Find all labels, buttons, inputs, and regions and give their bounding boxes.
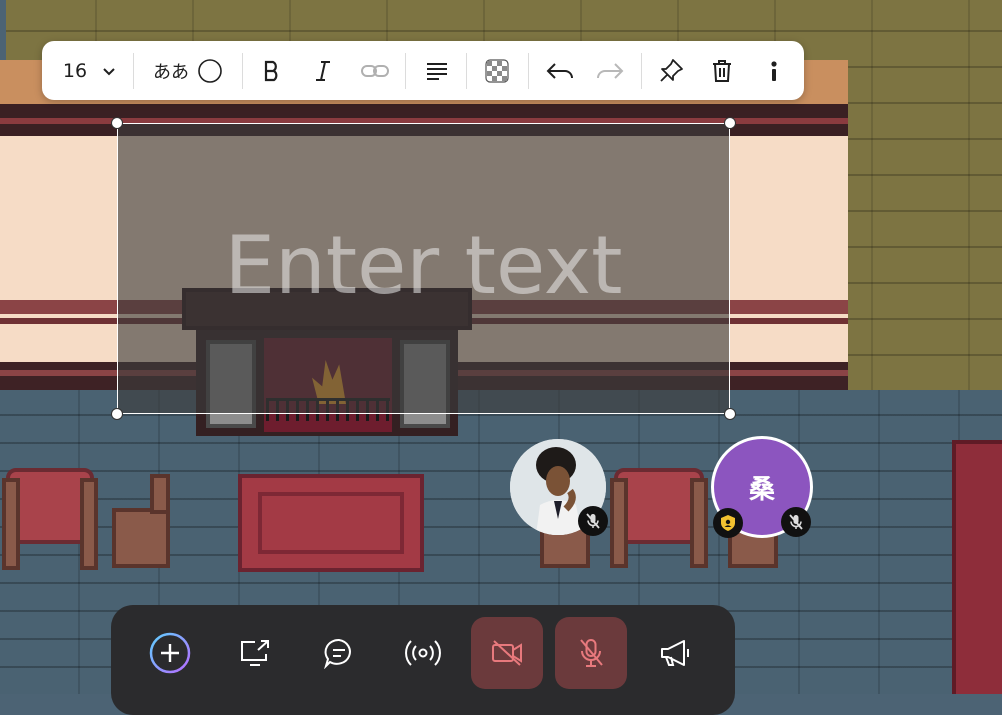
background-button[interactable] bbox=[478, 41, 516, 100]
add-button[interactable] bbox=[134, 617, 206, 689]
mic-off-icon bbox=[580, 639, 603, 667]
redo-icon bbox=[597, 62, 624, 79]
undo-button[interactable] bbox=[540, 41, 580, 100]
toolbar-divider bbox=[405, 53, 406, 89]
toolbar-divider bbox=[466, 53, 467, 89]
broadcast-button[interactable] bbox=[387, 617, 459, 689]
megaphone-icon bbox=[661, 640, 689, 666]
participant-mute-badge bbox=[781, 507, 811, 537]
link-button[interactable] bbox=[356, 41, 394, 100]
armchair-arm bbox=[80, 478, 98, 570]
shield-icon bbox=[721, 515, 735, 531]
wooden-chair bbox=[112, 508, 170, 568]
italic-icon bbox=[316, 60, 330, 81]
resize-handle-top-left[interactable] bbox=[111, 117, 123, 129]
link-icon bbox=[361, 64, 389, 77]
transparency-icon bbox=[485, 58, 509, 83]
align-button[interactable] bbox=[418, 41, 456, 100]
camera-off-button[interactable] bbox=[471, 617, 543, 689]
chat-icon bbox=[324, 638, 351, 669]
redo-button[interactable] bbox=[590, 41, 630, 100]
armchair-arm bbox=[610, 478, 628, 568]
chat-button[interactable] bbox=[303, 617, 375, 689]
armchair-arm bbox=[2, 478, 20, 570]
screen-share-icon bbox=[241, 640, 269, 666]
text-box-placeholder[interactable]: Enter text bbox=[117, 218, 730, 314]
chevron-down-icon bbox=[103, 67, 115, 75]
text-toolbar: 16 ああ bbox=[42, 41, 804, 100]
trash-icon bbox=[713, 59, 731, 82]
pin-icon bbox=[660, 58, 683, 82]
bold-button[interactable] bbox=[254, 41, 290, 100]
share-screen-button[interactable] bbox=[219, 617, 291, 689]
circle-icon bbox=[198, 58, 222, 83]
moderator-badge bbox=[713, 508, 743, 538]
broadcast-icon bbox=[405, 640, 441, 666]
toolbar-divider bbox=[133, 53, 134, 89]
map-edge bbox=[0, 0, 6, 60]
mic-off-button[interactable] bbox=[555, 617, 627, 689]
delete-button[interactable] bbox=[704, 41, 740, 100]
megaphone-button[interactable] bbox=[639, 617, 711, 689]
wooden-chair-back bbox=[150, 474, 170, 514]
avatar-initial: 桑 bbox=[748, 474, 775, 505]
toolbar-divider bbox=[528, 53, 529, 89]
italic-button[interactable] bbox=[305, 41, 341, 100]
resize-handle-top-right[interactable] bbox=[724, 117, 736, 129]
toolbar-divider bbox=[641, 53, 642, 89]
undo-icon bbox=[546, 62, 573, 79]
font-sample: ああ bbox=[153, 61, 189, 83]
mic-off-icon bbox=[789, 514, 803, 530]
bold-icon bbox=[264, 60, 278, 81]
font-size-dropdown[interactable]: 16 bbox=[52, 41, 128, 100]
resize-handle-bottom-left[interactable] bbox=[111, 408, 123, 420]
toolbar-divider bbox=[242, 53, 243, 89]
info-icon bbox=[771, 60, 777, 81]
font-style-button[interactable]: ああ bbox=[142, 41, 234, 100]
armchair-arm bbox=[690, 478, 708, 568]
video-off-icon bbox=[492, 640, 522, 666]
rug-border bbox=[258, 492, 404, 554]
mic-off-icon bbox=[586, 513, 600, 529]
bookshelf bbox=[952, 440, 1002, 694]
more-info-button[interactable] bbox=[758, 41, 790, 100]
align-left-icon bbox=[427, 62, 447, 80]
resize-handle-bottom-right[interactable] bbox=[724, 408, 736, 420]
font-size-value: 16 bbox=[62, 59, 88, 82]
plus-icon bbox=[149, 632, 191, 674]
pin-button[interactable] bbox=[652, 41, 690, 100]
participant-mute-badge bbox=[578, 506, 608, 536]
